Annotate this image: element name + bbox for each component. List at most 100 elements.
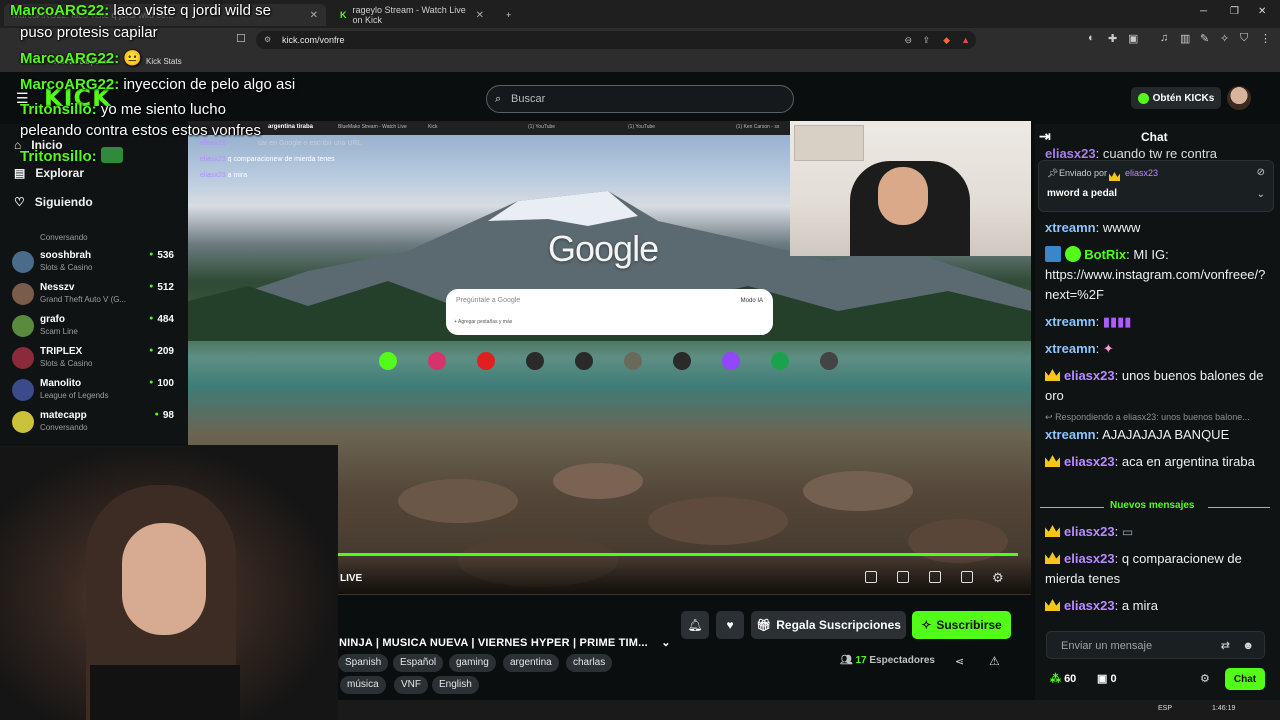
overlay-user: Tritonsillo: (20, 148, 97, 165)
menu-icon[interactable]: ⋮ (1260, 32, 1271, 45)
chat-username[interactable]: xtreamn (1045, 220, 1096, 235)
tiktok-shortcut-icon (526, 352, 544, 370)
chat-text: cuando tw re contra (1102, 146, 1218, 161)
chat-settings-icon[interactable]: ⚙ (1200, 672, 1210, 685)
close-tab-icon[interactable]: ✕ (476, 10, 484, 21)
close-window-icon[interactable]: ✕ (1258, 6, 1266, 17)
brave-shield-icon[interactable]: ◆ (943, 31, 950, 49)
notification-bell-button[interactable]: 🔔︎ (681, 611, 709, 639)
chat-username[interactable]: eliasx23 (1064, 368, 1115, 383)
rewards-icon[interactable]: ▲ (961, 31, 970, 49)
unpin-icon[interactable]: ⊘ (1257, 167, 1265, 178)
user-avatar[interactable] (1227, 86, 1251, 110)
stream-tag[interactable]: gaming (449, 654, 496, 672)
sidebar-item-explorar[interactable]: ▤ Explorar (14, 166, 84, 180)
chat-username[interactable]: eliasx23 (1064, 551, 1115, 566)
gift-subscriptions-button[interactable]: 🎁︎ Regala Suscripciones (751, 611, 906, 639)
send-chat-button[interactable]: Chat (1225, 668, 1265, 690)
bot-badge-icon (1045, 246, 1061, 262)
chat-username[interactable]: xtreamn (1045, 427, 1096, 442)
shelf (794, 125, 864, 161)
search-input[interactable]: ⌕ Buscar (486, 85, 794, 113)
chat-username[interactable]: xtreamn (1045, 341, 1096, 356)
pip-icon[interactable] (865, 571, 877, 583)
share-icon[interactable]: ⇪ (922, 31, 930, 49)
url-bar[interactable]: ⚙ kick.com/vonfre ⊖ ⇪ ◆ ▲ (256, 31, 976, 49)
channel-name: TRIPLEX (40, 346, 83, 357)
captured-tab: (1) Ken Carson - ss (736, 124, 780, 130)
translate-icon[interactable]: ⇄ (1221, 632, 1230, 660)
maximize-icon[interactable]: ❐ (1230, 6, 1239, 17)
sidebar-icon[interactable]: ▥ (1180, 32, 1190, 45)
extension-icon[interactable]: ◐ (1088, 32, 1095, 44)
chat-username[interactable]: eliasx23 (1064, 454, 1115, 469)
chat-username[interactable]: eliasx23 (1064, 524, 1115, 539)
puzzle-icon[interactable]: ✚ (1108, 32, 1117, 45)
overlay-user: MarcoARG22: (20, 50, 120, 67)
settings-icon[interactable]: ⚙ (992, 570, 1004, 586)
emoji-icon[interactable]: ☻ (1242, 632, 1254, 660)
sidebar-channel[interactable]: TRIPLEX Slots & Casino 209 (12, 344, 182, 374)
sidebar-channel[interactable]: sooshbrah Slots & Casino 536 (12, 248, 182, 278)
zoom-icon[interactable]: ⊖ (904, 31, 912, 49)
browser-tab[interactable]: K rageylo Stream - Watch Live on Kick ✕ (332, 4, 492, 26)
sidebar-channel[interactable]: grafo Scam Line 484 (12, 312, 182, 342)
youtube-shortcut-icon (477, 352, 495, 370)
shirt (90, 665, 240, 720)
language-indicator[interactable]: ESP (1158, 705, 1172, 712)
site-info-icon[interactable]: ⚙ (264, 31, 271, 49)
subscribe-button[interactable]: ✧ Suscribirse (912, 611, 1011, 639)
chat-username[interactable]: eliasx23 (1064, 598, 1115, 613)
chevron-down-icon[interactable]: ⌄ (1257, 189, 1265, 200)
chat-text: aca en argentina tiraba (1121, 454, 1255, 469)
viewer-count: 512 (149, 282, 174, 293)
get-kicks-button[interactable]: Obtén KICKs (1131, 87, 1221, 109)
new-tab-button[interactable]: + (498, 4, 514, 26)
share-icon[interactable]: ⋖ (955, 655, 964, 668)
pinned-message[interactable]: 📌︎ Enviado por eliasx23 mword a pedal ⊘ … (1038, 160, 1274, 212)
overlay-user: Tritonsillo: (20, 101, 97, 118)
theater-mode-icon[interactable] (929, 571, 941, 583)
chevron-down-icon[interactable]: ⌄ (661, 637, 670, 649)
follow-button[interactable]: ♥ (716, 611, 744, 639)
channel-points[interactable]: ⁂ 60 (1050, 672, 1076, 685)
minimize-icon[interactable]: ─ (1200, 6, 1207, 17)
channel-avatar (12, 411, 34, 433)
sidebar-channel[interactable]: Manolito League of Legends 100 (12, 376, 182, 406)
chat-username[interactable]: xtreamn (1045, 314, 1096, 329)
sidebar-channel[interactable]: Nesszv Grand Theft Auto V (G... 512 (12, 280, 182, 310)
verified-badge-icon (1064, 246, 1081, 262)
stream-tag[interactable]: English (432, 676, 479, 694)
stream-tag[interactable]: Spanish (338, 654, 389, 672)
ai-icon[interactable]: ✧ (1220, 32, 1229, 45)
instagram-shortcut-icon (428, 352, 446, 370)
music-icon[interactable]: ♫ (1160, 32, 1168, 44)
channel-avatar (12, 347, 34, 369)
edit-icon[interactable]: ✎ (1200, 32, 1209, 45)
sidebar-item-siguiendo[interactable]: ♡ Siguiendo (14, 195, 93, 209)
chat-input[interactable]: Enviar un mensaje ⇄ ☻ (1046, 631, 1265, 659)
shield-icon[interactable]: ⛉ (1240, 32, 1248, 45)
overlay-chat-line: MarcoARG22: inyeccion de pelo algo asi (20, 76, 295, 93)
new-messages-divider: Nuevos mensajes (1040, 500, 1270, 514)
close-tab-icon[interactable]: ✕ (310, 10, 318, 21)
channel-name: sooshbrah (40, 250, 92, 261)
bookmark-item[interactable]: Kick Stats (146, 57, 182, 66)
fullscreen-icon[interactable] (961, 571, 973, 583)
sidebar-channel[interactable]: matecapp Conversando 98 (12, 408, 182, 438)
clip-icon[interactable] (897, 571, 909, 583)
collapse-chat-icon[interactable]: ⇥ (1039, 128, 1051, 145)
screenshot-icon[interactable]: ▣ (1128, 32, 1138, 45)
stream-tag[interactable]: música (340, 676, 386, 694)
bookmark-icon[interactable]: ☐ (236, 32, 246, 45)
crown-icon (1109, 167, 1124, 185)
taskbar-clock[interactable]: 1:46:19 (1212, 705, 1235, 712)
stream-tag[interactable]: charlas (566, 654, 613, 672)
report-icon[interactable]: ⚠ (989, 654, 1000, 668)
viewer-count: 484 (149, 314, 174, 325)
chat-username[interactable]: BotRix (1084, 247, 1126, 262)
stream-tag[interactable]: Español (393, 654, 444, 672)
stream-tag[interactable]: VNF (394, 676, 428, 694)
chest-counter[interactable]: ▣ 0 (1097, 672, 1117, 685)
stream-tag[interactable]: argentina (503, 654, 559, 672)
